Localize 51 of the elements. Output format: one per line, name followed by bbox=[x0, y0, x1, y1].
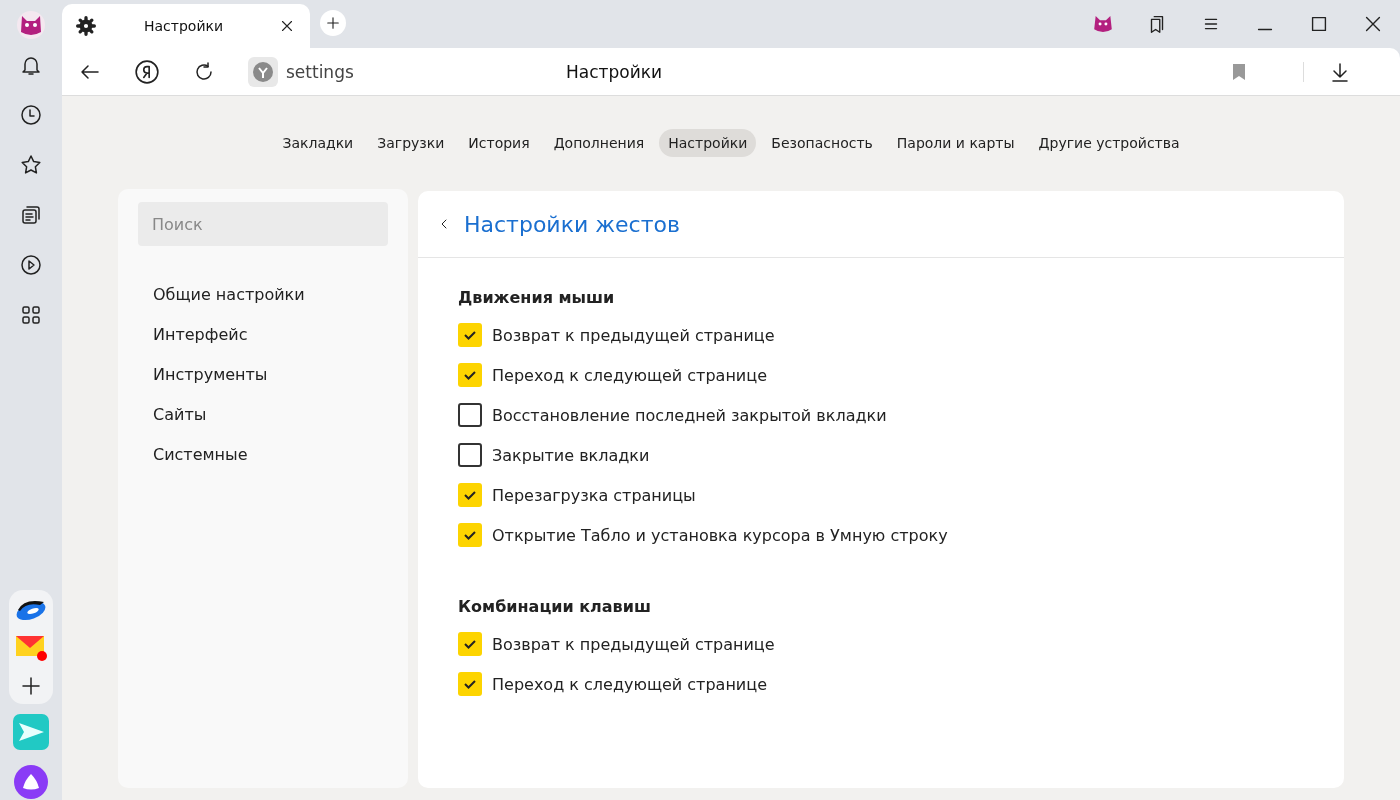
option-label: Открытие Табло и установка курсора в Умную строку bbox=[492, 525, 948, 545]
nav-tab[interactable]: Дополнения bbox=[544, 129, 654, 157]
nav-tab[interactable]: Закладки bbox=[273, 129, 363, 157]
star-icon[interactable] bbox=[19, 153, 43, 177]
nav-tab[interactable]: Другие устройства bbox=[1029, 129, 1189, 157]
sidebar-item[interactable]: Инструменты bbox=[138, 354, 388, 394]
search-field[interactable]: Поиск bbox=[138, 202, 388, 246]
option-label: Переход к следующей странице bbox=[492, 674, 767, 694]
section-heading: Движения мыши bbox=[458, 288, 616, 307]
yandex-logo-icon[interactable] bbox=[134, 58, 160, 85]
gear-icon bbox=[76, 16, 96, 36]
address-field[interactable]: settings bbox=[286, 61, 566, 82]
nav-tab[interactable]: Безопасность bbox=[762, 129, 882, 157]
option-label: Закрытие вкладки bbox=[492, 445, 650, 465]
sidebar-item[interactable]: Системные bbox=[138, 434, 388, 474]
panel-title: Настройки жестов bbox=[464, 211, 680, 237]
nav-tab[interactable]: История bbox=[459, 129, 539, 157]
checkbox[interactable] bbox=[458, 323, 482, 347]
section-heading: Комбинации клавиш bbox=[458, 597, 652, 616]
cat-avatar-icon[interactable] bbox=[16, 10, 46, 40]
checkbox[interactable] bbox=[458, 363, 482, 387]
option-label: Восстановление последней закрытой вкладки bbox=[492, 405, 887, 425]
mail-icon[interactable] bbox=[14, 634, 48, 662]
checkbox[interactable] bbox=[458, 403, 482, 427]
option-label: Возврат к предыдущей странице bbox=[492, 325, 775, 345]
checkbox[interactable] bbox=[458, 632, 482, 656]
plus-icon bbox=[324, 14, 342, 32]
tab-title: Настройки bbox=[143, 18, 225, 34]
sidebar-item[interactable]: Интерфейс bbox=[138, 314, 388, 354]
checkbox[interactable] bbox=[458, 443, 482, 467]
new-tab-button[interactable] bbox=[320, 10, 346, 36]
page-title: Настройки bbox=[566, 61, 663, 82]
nav-tab[interactable]: Настройки bbox=[659, 129, 757, 157]
plus-icon[interactable] bbox=[19, 674, 43, 698]
browser-tab[interactable]: Настройки bbox=[62, 4, 310, 48]
checkbox[interactable] bbox=[458, 523, 482, 547]
nav-tab[interactable]: Пароли и карты bbox=[887, 129, 1024, 157]
alice-icon[interactable] bbox=[13, 764, 49, 800]
play-icon[interactable] bbox=[19, 253, 43, 277]
option-label: Возврат к предыдущей странице bbox=[492, 634, 775, 654]
option-label: Переход к следующей странице bbox=[492, 365, 767, 385]
checkbox[interactable] bbox=[458, 672, 482, 696]
bookmark-icon[interactable] bbox=[1231, 62, 1247, 81]
checkbox[interactable] bbox=[458, 483, 482, 507]
nav-tab[interactable]: Загрузки bbox=[368, 129, 454, 157]
clock-icon[interactable] bbox=[19, 103, 43, 127]
sidebar-item[interactable]: Сайты bbox=[138, 394, 388, 434]
option-label: Перезагрузка страницы bbox=[492, 485, 696, 505]
collections-icon[interactable] bbox=[19, 203, 43, 227]
sidebar-item[interactable]: Общие настройки bbox=[138, 274, 388, 314]
apps-grid-icon[interactable] bbox=[19, 303, 43, 327]
